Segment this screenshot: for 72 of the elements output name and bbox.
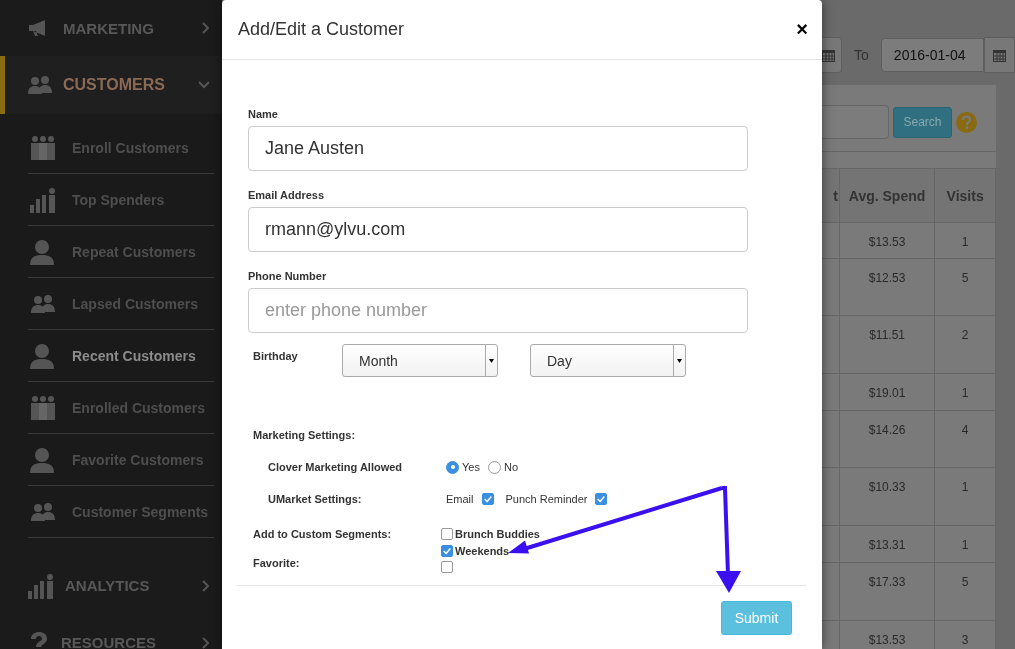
chevron-right-icon (202, 636, 210, 649)
sidebar-item[interactable]: RESOURCES (0, 614, 222, 649)
checkbox[interactable] (441, 561, 453, 573)
people-icon (28, 501, 58, 522)
table-cell: $13.53 (839, 222, 935, 259)
chevron-down-icon (198, 81, 210, 89)
section-heading: Marketing Settings: (253, 429, 357, 441)
option-label: Punch Reminder (505, 493, 588, 505)
table-cell: $12.53 (839, 258, 935, 316)
option-label: Yes (462, 461, 480, 473)
setting-label: Favorite: (253, 556, 301, 571)
sidebar-item[interactable]: CUSTOMERS (0, 56, 222, 114)
table-cell: $10.33 (839, 467, 935, 526)
setting-label: UMarket Settings: (267, 493, 363, 505)
table-cell: 5 (934, 562, 996, 621)
select-dropdown[interactable]: Month (342, 344, 498, 377)
sidebar-subitem[interactable]: Recent Customers (28, 330, 214, 382)
chevron-right-icon (202, 579, 210, 592)
table-cell: 1 (934, 373, 996, 411)
checkbox[interactable] (595, 493, 608, 505)
table-cell: 1 (934, 467, 996, 526)
table-cell: $13.31 (839, 525, 935, 563)
column-header: Avg. Spend (839, 168, 935, 223)
search-button[interactable]: Search (893, 106, 952, 138)
table-cell: 2 (934, 315, 996, 374)
option-label: No (503, 461, 518, 473)
select-dropdown[interactable]: Day (530, 344, 686, 377)
chevron-right-icon (202, 22, 210, 34)
table-cell: 4 (934, 410, 996, 468)
setting-label: Clover Marketing Allowed (267, 461, 404, 473)
table-cell: 1 (934, 222, 996, 259)
search-field[interactable] (822, 105, 889, 139)
field-label: Email Address (248, 189, 325, 201)
sidebar-item[interactable]: MARKETING (0, 0, 222, 56)
checkbox[interactable] (441, 527, 453, 540)
table-cell: 5 (934, 258, 996, 316)
option-label: Weekends (455, 544, 510, 557)
dialog-title: Add/Edit a Customer (238, 19, 405, 40)
bar-chart-icon (27, 572, 55, 599)
submit-button[interactable]: Submit (721, 601, 792, 635)
group-icon (28, 394, 58, 421)
field-label: Phone Number (248, 270, 328, 282)
checkbox[interactable] (441, 544, 453, 557)
bar-chart-icon (28, 186, 58, 213)
option-label: Brunch Buddies (455, 527, 540, 540)
sidebar-item[interactable]: ANALYTICS (0, 557, 222, 614)
date-label: To (854, 47, 869, 63)
table-cell: $14.26 (839, 410, 935, 468)
caret-icon (489, 358, 494, 363)
table-cell: $11.51 (839, 315, 935, 374)
input-field[interactable]: Jane Austen (248, 126, 748, 171)
input-field[interactable]: enter phone number (248, 288, 748, 333)
column-header: Visits (934, 168, 996, 223)
column-header: t (822, 168, 840, 223)
radio-button[interactable] (446, 460, 459, 474)
date-field[interactable]: 2016-01-04 (880, 38, 985, 72)
caret-icon (677, 358, 682, 363)
people-icon (27, 75, 53, 95)
field-label: Birthday (253, 350, 299, 362)
option-label: Email (446, 493, 474, 505)
field-label: Name (248, 108, 279, 120)
setting-label: Add to Custom Segments: (253, 527, 393, 542)
table-cell: $19.01 (839, 373, 935, 411)
people-icon (28, 293, 58, 314)
checkbox[interactable] (481, 493, 494, 505)
table-cell: $17.33 (839, 562, 935, 621)
input-field[interactable]: rmann@ylvu.com (248, 207, 748, 252)
help-icon (956, 111, 977, 133)
close-button[interactable]: × (796, 18, 808, 41)
group-icon (28, 134, 58, 161)
calendar-icon (993, 48, 1007, 62)
table-cell: 1 (934, 525, 996, 563)
